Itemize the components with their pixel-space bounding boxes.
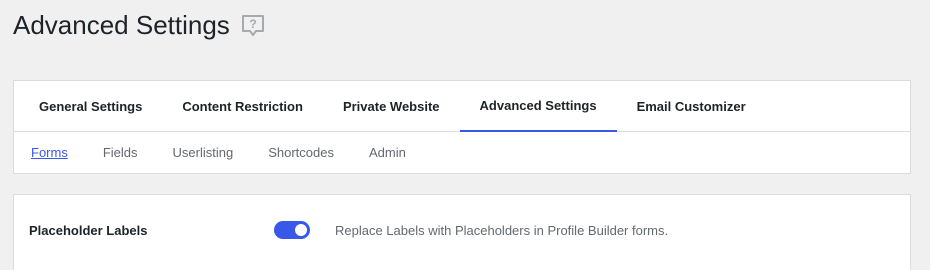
- setting-row-placeholder-labels: Placeholder Labels Replace Labels with P…: [14, 195, 910, 265]
- subtab-forms[interactable]: Forms: [31, 145, 68, 160]
- toggle-knob: [295, 224, 307, 236]
- page-title: Advanced Settings ?: [13, 8, 266, 42]
- settings-card: Placeholder Labels Replace Labels with P…: [13, 194, 911, 270]
- page-title-text: Advanced Settings: [13, 10, 230, 40]
- setting-label: Placeholder Labels: [29, 222, 148, 238]
- subtab-fields[interactable]: Fields: [103, 145, 138, 160]
- tab-general-settings[interactable]: General Settings: [19, 81, 162, 132]
- help-icon[interactable]: ?: [240, 13, 266, 39]
- sub-tabs: Forms Fields Userlisting Shortcodes Admi…: [14, 132, 910, 173]
- svg-text:?: ?: [249, 17, 256, 31]
- tab-private-website[interactable]: Private Website: [323, 81, 460, 132]
- subtab-userlisting[interactable]: Userlisting: [173, 145, 234, 160]
- subtab-shortcodes[interactable]: Shortcodes: [268, 145, 334, 160]
- tab-content-restriction[interactable]: Content Restriction: [162, 81, 323, 132]
- subtab-admin[interactable]: Admin: [369, 145, 406, 160]
- settings-page: Advanced Settings ? General Settings Con…: [0, 0, 930, 270]
- tabs-card: General Settings Content Restriction Pri…: [13, 80, 911, 174]
- placeholder-labels-toggle[interactable]: [274, 221, 310, 239]
- setting-description: Replace Labels with Placeholders in Prof…: [335, 222, 669, 238]
- main-tabs: General Settings Content Restriction Pri…: [14, 81, 910, 132]
- tab-advanced-settings[interactable]: Advanced Settings: [459, 81, 617, 132]
- tab-email-customizer[interactable]: Email Customizer: [617, 81, 766, 132]
